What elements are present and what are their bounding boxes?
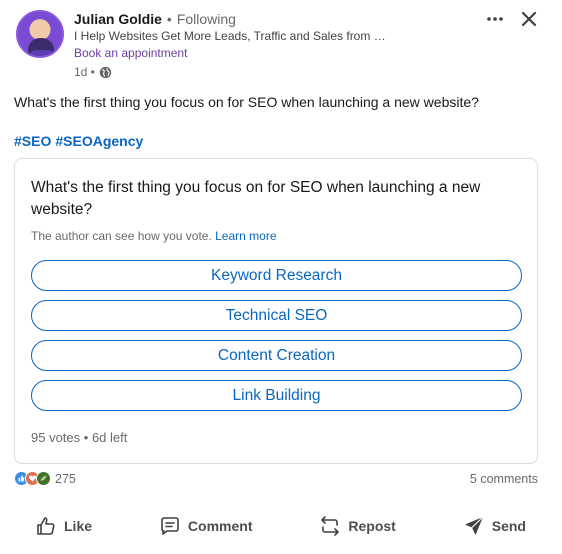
thumbs-up-icon [37,517,55,535]
more-options-icon[interactable] [484,8,506,30]
author-avatar[interactable] [16,10,64,58]
close-icon[interactable] [518,8,540,30]
hashtag-seo[interactable]: #SEO [14,133,51,149]
like-label: Like [64,518,93,534]
globe-icon [99,66,112,78]
author-headline: I Help Websites Get More Leads, Traffic … [74,29,394,43]
poll-option-keyword-research[interactable]: Keyword Research [31,260,522,291]
learn-more-link[interactable]: Learn more [215,229,276,243]
follow-status: Following [176,11,236,27]
comment-button[interactable]: Comment [134,508,277,544]
poll-question: What's the first thing you focus on for … [31,179,481,218]
poll-note: The author can see how you vote. Learn m… [31,229,277,243]
comments-count[interactable]: 5 comments [470,472,538,486]
poll-footer: 95 votes • 6d left [31,430,127,445]
poll-option-link-building[interactable]: Link Building [31,380,522,411]
hashtag-seoagency[interactable]: #SEOAgency [55,133,143,149]
book-appointment-link[interactable]: Book an appointment [74,46,187,60]
poll-option-content-creation[interactable]: Content Creation [31,340,522,371]
avatar-badge [31,50,53,56]
poll-time-left: • 6d left [83,430,128,445]
author-name[interactable]: Julian Goldie [74,11,162,27]
repost-button[interactable]: Repost [294,508,419,544]
post-meta: 1d • [74,65,112,79]
poll-votes[interactable]: 95 votes [31,430,80,445]
send-label: Send [491,518,526,534]
hashtags: #SEO #SEOAgency [14,133,143,149]
name-separator: • [166,11,172,27]
repost-label: Repost [348,518,396,534]
send-button[interactable]: Send [438,508,550,544]
social-counts: 275 5 comments [14,470,538,490]
post-text: What's the first thing you focus on for … [14,94,479,110]
author-name-row: Julian Goldie • Following [74,10,236,28]
support-reaction-icon [36,471,51,486]
repost-icon [321,516,340,536]
comment-label: Comment [187,518,253,534]
send-icon [464,516,484,535]
action-bar: Like Comment Repost Send [10,506,550,546]
poll-option-technical-seo[interactable]: Technical SEO [31,300,522,331]
like-button[interactable]: Like [10,508,116,544]
post-header: Julian Goldie • Following I Help Website… [16,10,546,82]
poll-note-text: The author can see how you vote. [31,229,212,243]
post-time: 1d • [74,65,95,79]
reaction-count: 275 [55,471,76,486]
poll-card: What's the first thing you focus on for … [14,158,538,464]
reactions-summary[interactable]: 275 [14,471,76,486]
comment-icon [161,517,179,535]
